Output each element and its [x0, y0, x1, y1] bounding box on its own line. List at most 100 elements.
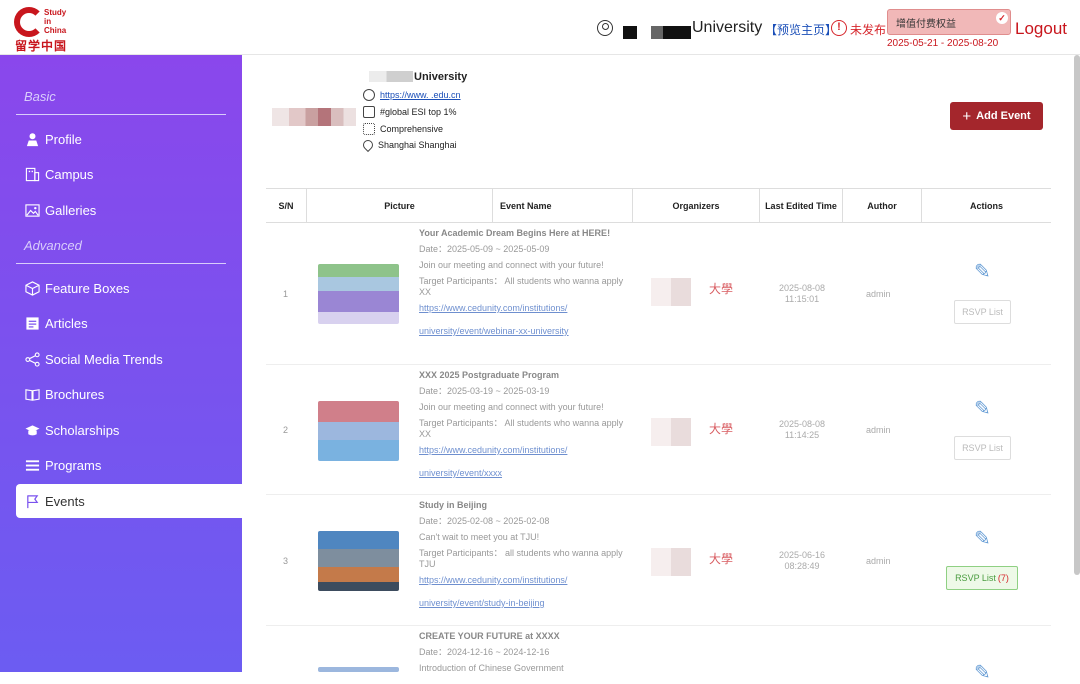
edited-date: 2025-08-08 — [778, 419, 826, 429]
user-icon — [597, 20, 613, 36]
event-thumbnail[interactable] — [318, 401, 399, 461]
organizer-name: 大學 — [709, 282, 734, 296]
event-name-cell: Your Academic Dream Begins Here at HERE!… — [419, 228, 624, 337]
row-serial-number: 1 — [283, 289, 289, 299]
edit-pencil-icon[interactable]: ✎ — [974, 529, 994, 549]
value-added-services-badge[interactable]: 增值付费权益 ✓ — [887, 9, 1011, 35]
sidebar-item-articles[interactable]: Articles — [16, 306, 242, 340]
event-date: Date：2025-03-19 ~ 2025-03-19 — [419, 386, 550, 396]
sidebar-item-programs[interactable]: Programs — [16, 448, 242, 482]
event-link[interactable]: university/event/study-in-beijing — [419, 598, 624, 609]
unpublished-status: 未发布 — [850, 23, 887, 37]
event-title[interactable]: XXX 2025 Postgraduate Program — [419, 370, 624, 381]
edited-clock: 08:28:49 — [784, 561, 820, 571]
column-header: Organizers — [633, 189, 760, 222]
profile-type-row: Comprehensive — [363, 123, 443, 135]
event-link[interactable]: https://www.cedunity.com/institutions/ — [419, 575, 624, 586]
event-title[interactable]: Your Academic Dream Begins Here at HERE! — [419, 228, 624, 239]
add-event-button[interactable]: + Add Event — [950, 102, 1043, 130]
sidebar-item-scholarships[interactable]: Scholarships — [16, 413, 242, 447]
event-thumbnail[interactable] — [318, 531, 399, 591]
table-row: 1 Your Academic Dream Begins Here at HER… — [266, 224, 1051, 365]
rsvp-list-button[interactable]: RSVP List (7) — [946, 566, 1018, 590]
sidebar-item-label: Social Media Trends — [45, 351, 163, 367]
flag-icon — [24, 493, 40, 509]
share-icon — [24, 351, 40, 367]
sidebar-item-label: Scholarships — [45, 422, 120, 438]
sidebar-item-feature-boxes[interactable]: Feature Boxes — [16, 271, 242, 305]
organizer-logo: 大學 — [651, 418, 739, 446]
profile-website-link[interactable]: https://www. .edu.cn — [380, 90, 461, 100]
sidebar-item-label: Brochures — [45, 386, 105, 402]
sidebar-item-social-media-trends[interactable]: Social Media Trends — [16, 342, 242, 376]
event-date: Date：2024-12-16 ~ 2024-12-16 — [419, 647, 550, 657]
author: admin — [866, 425, 891, 435]
rsvp-count: (7) — [997, 573, 1009, 583]
column-header: Author — [843, 189, 922, 222]
profile-ranking-row: #global ESI top 1% — [363, 106, 457, 118]
sidebar-item-profile[interactable]: Profile — [16, 122, 242, 156]
event-thumbnail[interactable] — [318, 264, 399, 324]
rsvp-list-button[interactable]: RSVP List — [954, 300, 1011, 324]
sidebar-item-brochures[interactable]: Brochures — [16, 377, 242, 411]
logo-line1: Study — [44, 8, 67, 17]
event-title[interactable]: Study in Beijing — [419, 500, 624, 511]
edit-pencil-icon[interactable]: ✎ — [974, 663, 994, 683]
event-link[interactable]: university/event/webinar-xx-university — [419, 326, 624, 337]
event-link[interactable]: https://www.cedunity.com/institutions/ — [419, 303, 624, 314]
warning-icon: ! — [831, 20, 847, 36]
sidebar-item-label: Events — [45, 493, 85, 509]
list-icon — [24, 457, 40, 473]
event-name-cell: CREATE YOUR FUTURE at XXXX Date：2024-12-… — [419, 631, 624, 674]
last-edited-time: 2025-06-16 08:28:49 — [758, 550, 846, 572]
event-date: Date：2025-02-08 ~ 2025-02-08 — [419, 516, 550, 526]
redacted-name-block — [369, 71, 413, 82]
sidebar-item-galleries[interactable]: Galleries — [16, 193, 242, 227]
event-title[interactable]: CREATE YOUR FUTURE at XXXX — [419, 631, 624, 642]
event-thumbnail[interactable] — [318, 667, 399, 672]
event-link[interactable]: https://www.cedunity.com/institutions/ — [419, 445, 624, 456]
vertical-scrollbar[interactable] — [1074, 55, 1080, 575]
vas-date-range: 2025-05-21 - 2025-08-20 — [887, 38, 999, 49]
profile-university-name: University — [414, 71, 468, 83]
logout-button[interactable]: Logout — [1015, 19, 1067, 39]
last-edited-time: 2025-08-08 11:15:01 — [758, 283, 846, 305]
preview-homepage-link[interactable]: 【预览主页】 — [765, 21, 837, 38]
event-target: Target Participants： All students who wa… — [419, 276, 624, 297]
sidebar-item-label: Articles — [45, 315, 88, 331]
event-date: Date：2025-05-09 ~ 2025-05-09 — [419, 244, 550, 254]
profile-location: Shanghai Shanghai — [378, 140, 457, 150]
sidebar-item-campus[interactable]: Campus — [16, 157, 242, 191]
edited-date: 2025-08-08 — [778, 283, 826, 293]
sidebar-item-events[interactable]: Events — [16, 484, 242, 518]
rsvp-label: RSVP List — [962, 307, 1003, 317]
event-link[interactable]: university/event/xxxx — [419, 468, 624, 479]
edit-pencil-icon[interactable]: ✎ — [974, 399, 994, 419]
organizer-name: 大學 — [709, 422, 734, 436]
table-row: CREATE YOUR FUTURE at XXXX Date：2024-12-… — [266, 627, 1051, 683]
logo-line3: China — [44, 26, 67, 35]
edited-date: 2025-06-16 — [778, 550, 826, 560]
sidebar: Basic Profile Campus Galleries Advanced … — [0, 55, 242, 672]
profile-website-row: https://www. .edu.cn — [363, 89, 461, 101]
column-header: Event Name — [493, 189, 633, 222]
sidebar-item-label: Profile — [45, 131, 82, 147]
organizer-name: 大學 — [709, 552, 734, 566]
organizer-logo: 大學 — [651, 278, 739, 306]
sidebar-item-label: Campus — [45, 166, 94, 182]
edit-pencil-icon[interactable]: ✎ — [974, 262, 994, 282]
building-icon — [24, 166, 40, 182]
edited-clock: 11:15:01 — [784, 294, 820, 304]
top-bar: Study in China 留学中国 University 【预览主页】 ! … — [0, 0, 1080, 55]
rsvp-list-button[interactable]: RSVP List — [954, 436, 1011, 460]
sidebar-divider — [16, 263, 226, 264]
event-name-cell: XXX 2025 Postgraduate Program Date：2025-… — [419, 370, 624, 479]
article-icon — [24, 315, 40, 331]
study-in-china-logo[interactable]: Study in China 留学中国 — [14, 7, 74, 53]
rsvp-label: RSVP List — [962, 443, 1003, 453]
graduation-cap-icon — [24, 422, 40, 438]
event-description: Join our meeting and connect with your f… — [419, 260, 604, 270]
header-university-name: University — [692, 19, 763, 36]
sidebar-section-basic: Basic — [24, 89, 56, 104]
author: admin — [866, 556, 891, 566]
